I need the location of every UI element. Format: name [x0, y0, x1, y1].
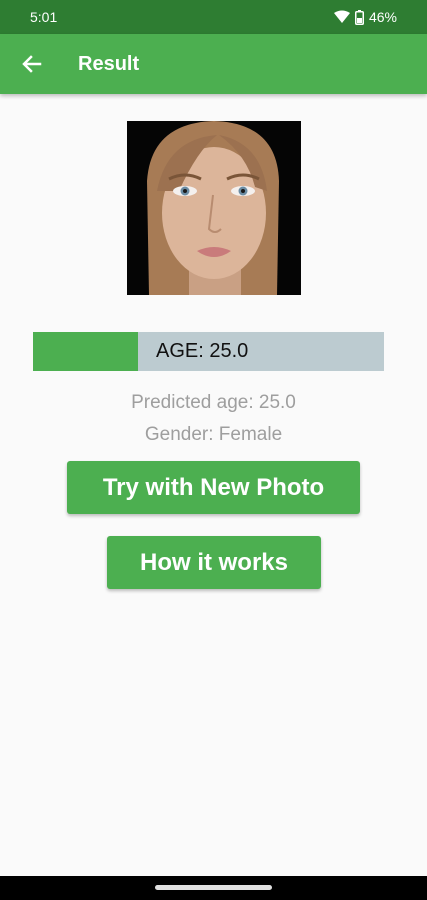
battery-level: 46% [368, 9, 397, 25]
home-gesture-handle[interactable] [155, 885, 272, 890]
how-it-works-button[interactable]: How it works [107, 536, 321, 589]
arrow-left-icon [22, 55, 42, 73]
status-time: 5:01 [30, 9, 58, 25]
status-icons: 46% [333, 9, 397, 25]
back-button[interactable] [0, 34, 64, 94]
try-new-photo-button[interactable]: Try with New Photo [67, 461, 360, 514]
battery-icon [354, 9, 364, 25]
page-title: Result [78, 52, 140, 75]
face-image [127, 121, 301, 295]
age-progress-bar: AGE: 25.0 [33, 332, 384, 371]
navigation-bar [0, 876, 427, 900]
age-bar-label: AGE: 25.0 [156, 340, 249, 362]
wifi-icon [333, 10, 350, 23]
status-bar: 5:01 46% [0, 0, 427, 34]
age-progress-fill [33, 332, 139, 371]
app-bar: Result [0, 34, 427, 94]
result-photo [127, 121, 301, 295]
gender-text: Gender: Female [144, 424, 283, 445]
predicted-age-text: Predicted age: 25.0 [131, 392, 296, 413]
